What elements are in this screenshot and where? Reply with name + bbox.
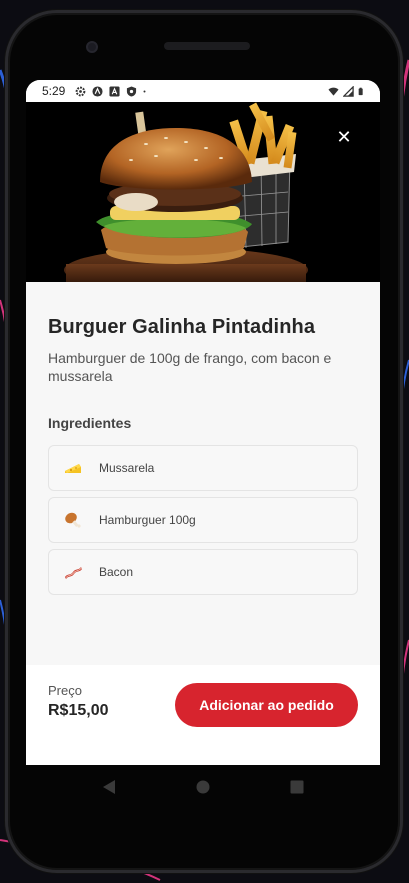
status-right-icons bbox=[328, 85, 366, 97]
add-to-order-button[interactable]: Adicionar ao pedido bbox=[175, 683, 358, 727]
back-icon[interactable] bbox=[102, 779, 116, 795]
ingredients-heading: Ingredientes bbox=[48, 415, 132, 431]
status-time: 5:29 bbox=[42, 84, 66, 98]
ingredient-label: Mussarela bbox=[99, 461, 155, 475]
earpiece-speaker bbox=[164, 42, 250, 50]
price-value: R$15,00 bbox=[48, 702, 109, 719]
ingredient-item: Bacon bbox=[48, 549, 358, 595]
cheese-icon bbox=[65, 464, 81, 473]
dot-icon bbox=[143, 90, 146, 92]
ingredients-list: Mussarela Hamburguer 100g Bacon bbox=[48, 445, 358, 595]
product-image: ✕ bbox=[26, 102, 380, 282]
home-icon[interactable] bbox=[196, 780, 210, 794]
burger-and-fries-photo bbox=[26, 102, 380, 282]
battery-icon bbox=[358, 87, 363, 95]
price-box: Preço R$15,00 bbox=[48, 683, 109, 720]
close-button[interactable]: ✕ bbox=[334, 128, 354, 148]
bacon-icon bbox=[65, 567, 82, 579]
app-screen: 5:29 ✕ Burguer Galinha Pintadinha Hambur… bbox=[26, 80, 380, 765]
font-a-icon bbox=[109, 85, 120, 97]
product-title: Burguer Galinha Pintadinha bbox=[48, 316, 316, 338]
android-icon bbox=[92, 85, 103, 97]
ingredient-item: Mussarela bbox=[48, 445, 358, 491]
product-details: Burguer Galinha Pintadinha Hamburguer de… bbox=[26, 282, 380, 595]
front-camera bbox=[86, 41, 98, 53]
ingredient-item: Hamburguer 100g bbox=[48, 497, 358, 543]
shield-icon bbox=[127, 85, 137, 97]
chicken-leg-icon bbox=[65, 512, 81, 528]
wifi-icon bbox=[328, 87, 339, 96]
system-nav-bar bbox=[26, 765, 380, 809]
product-description: Hamburguer de 100g de frango, com bacon … bbox=[48, 350, 332, 384]
close-icon: ✕ bbox=[336, 127, 352, 147]
gear-icon bbox=[76, 86, 86, 96]
price-label: Preço bbox=[48, 683, 82, 698]
order-footer: Preço R$15,00 Adicionar ao pedido bbox=[26, 665, 380, 765]
recents-icon[interactable] bbox=[290, 780, 304, 794]
ingredient-label: Bacon bbox=[99, 565, 134, 579]
status-bar: 5:29 bbox=[26, 80, 380, 102]
status-left-icons bbox=[75, 85, 149, 97]
signal-icon bbox=[343, 85, 354, 97]
ingredient-label: Hamburguer 100g bbox=[99, 513, 196, 527]
